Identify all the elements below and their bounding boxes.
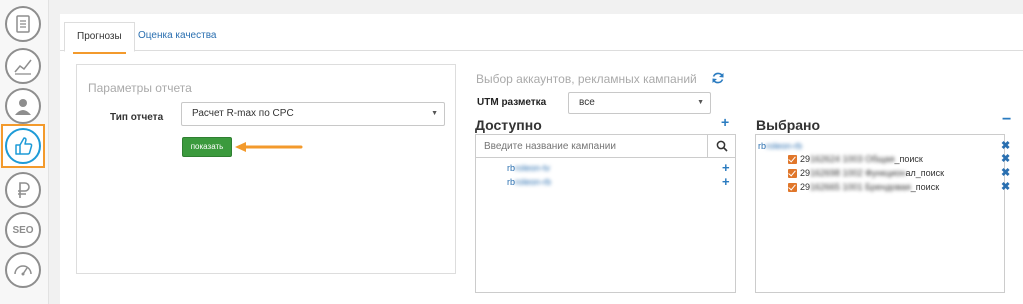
show-button[interactable]: показать xyxy=(182,137,232,157)
remove-icon[interactable]: ✖ xyxy=(1001,141,1010,152)
report-type-select[interactable]: Расчет R-max по CPC ▼ xyxy=(181,102,445,126)
search-button[interactable] xyxy=(709,135,735,157)
available-list: rbroleon-tv + rbroleon-rb + xyxy=(475,134,736,293)
checkbox-checked[interactable] xyxy=(788,183,797,192)
list-item[interactable]: 29162665 1001 Брендовая_поиск xyxy=(788,182,940,192)
search-icon xyxy=(716,140,728,152)
campaign-tail: ал_поиск xyxy=(905,168,945,178)
seo-icon[interactable]: SEO xyxy=(5,212,41,248)
account-prefix: rb xyxy=(507,177,516,187)
remove-icon[interactable]: ✖ xyxy=(1001,168,1010,179)
utm-value: все xyxy=(579,97,595,108)
account-name: roleon-rb xyxy=(515,177,552,187)
checkbox-checked[interactable] xyxy=(788,169,797,178)
account-name: roleon-rb xyxy=(766,141,803,151)
chart-icon[interactable] xyxy=(5,48,41,84)
tab-bar: Прогнозы Оценка качества xyxy=(60,14,1023,54)
account-prefix: rb xyxy=(507,163,516,173)
remove-all-icon[interactable]: − xyxy=(1002,112,1011,128)
report-params-panel: Параметры отчета Тип отчета Расчет R-max… xyxy=(76,64,456,274)
main-panel: Прогнозы Оценка качества Параметры отчет… xyxy=(60,14,1023,304)
sidebar: SEO xyxy=(0,0,49,304)
campaign-name: 162665 1001 Брендовая xyxy=(810,182,911,192)
selected-account[interactable]: rbroleon-rb xyxy=(758,141,802,151)
remove-icon[interactable]: ✖ xyxy=(1001,182,1010,193)
campaign-name: 162698 1002 Функцион xyxy=(810,168,906,178)
chevron-down-icon: ▼ xyxy=(697,99,704,106)
chevron-down-icon: ▼ xyxy=(431,110,438,117)
utm-select[interactable]: все ▼ xyxy=(568,92,711,114)
utm-label: UTM разметка xyxy=(477,97,547,108)
seo-icon-text: SEO xyxy=(12,224,34,236)
campaign-lead: 29 xyxy=(800,182,811,192)
campaign-search-input[interactable] xyxy=(476,135,708,157)
add-item-icon[interactable]: + xyxy=(722,175,730,188)
tab-quality[interactable]: Оценка качества xyxy=(126,22,228,50)
list-item[interactable]: rbroleon-rb xyxy=(507,177,551,187)
remove-icon[interactable]: ✖ xyxy=(1001,154,1010,165)
tab-forecasts[interactable]: Прогнозы xyxy=(64,22,135,54)
add-item-icon[interactable]: + xyxy=(722,161,730,174)
account-prefix: rb xyxy=(758,141,767,151)
refresh-icon[interactable] xyxy=(711,71,725,85)
accounts-title: Выбор аккаунтов, рекламных кампаний xyxy=(476,72,697,86)
document-icon[interactable] xyxy=(5,6,41,42)
list-item[interactable]: 29162624 1003 Общая_поиск xyxy=(788,154,923,164)
account-name: roleon-tv xyxy=(515,163,551,173)
campaign-lead: 29 xyxy=(800,168,811,178)
report-params-title: Параметры отчета xyxy=(88,81,192,95)
campaign-name: 162624 1003 Общая xyxy=(810,154,895,164)
campaign-lead: 29 xyxy=(800,154,811,164)
thumbs-up-icon[interactable] xyxy=(5,128,41,164)
report-type-value: Расчет R-max по CPC xyxy=(192,108,294,119)
add-all-icon[interactable]: + xyxy=(721,115,729,129)
search-bar xyxy=(476,135,735,158)
list-item[interactable]: 29162698 1002 Функционал_поиск xyxy=(788,168,945,178)
list-item[interactable]: rbroleon-tv xyxy=(507,163,550,173)
ruble-icon[interactable] xyxy=(5,172,41,208)
checkbox-checked[interactable] xyxy=(788,155,797,164)
arrow-left-icon xyxy=(235,142,303,152)
selected-title: Выбрано xyxy=(756,117,821,133)
report-type-label: Тип отчета xyxy=(110,112,164,123)
selected-list: rbroleon-rb ✖ 29162624 1003 Общая_поиск … xyxy=(755,134,1010,293)
available-title: Доступно xyxy=(475,117,542,133)
campaign-tail: _поиск xyxy=(910,182,940,192)
gauge-icon[interactable] xyxy=(5,252,41,288)
sidebar-active-highlight xyxy=(1,124,45,168)
campaign-tail: _поиск xyxy=(894,154,923,164)
user-icon[interactable] xyxy=(5,88,41,124)
